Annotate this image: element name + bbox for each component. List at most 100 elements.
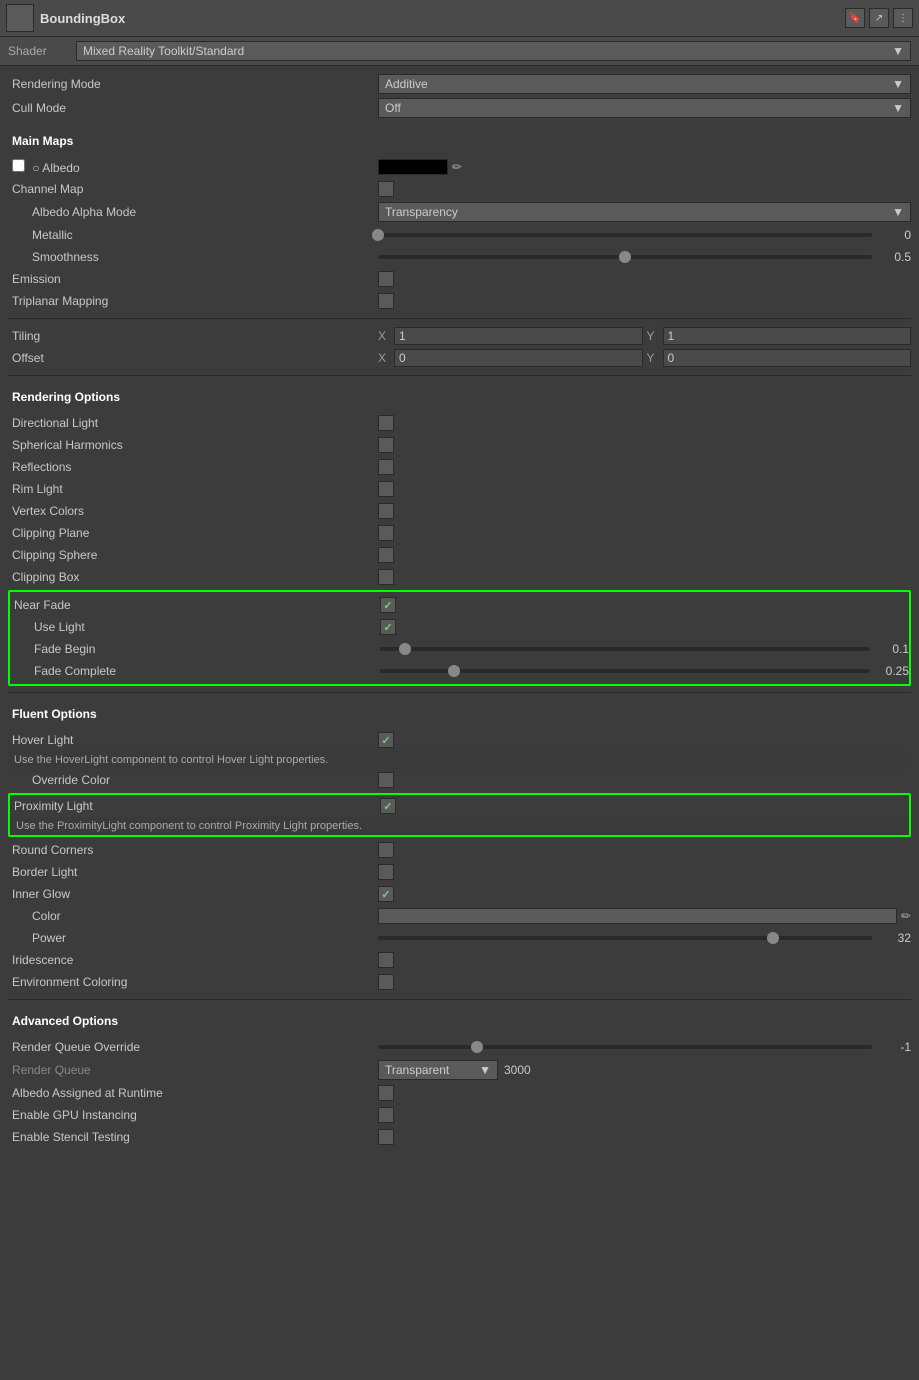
near-fade-highlight: Near Fade Use Light Fade Begin bbox=[8, 590, 911, 686]
rim-light-control bbox=[378, 481, 911, 497]
spherical-harmonics-label: Spherical Harmonics bbox=[8, 438, 378, 452]
albedo-assigned-checkbox[interactable] bbox=[378, 1085, 394, 1101]
directional-light-label: Directional Light bbox=[8, 416, 378, 430]
header-actions: 🔖 ↗ ⋮ bbox=[845, 8, 913, 28]
offset-row: Offset X Y bbox=[8, 347, 911, 369]
clipping-box-label: Clipping Box bbox=[8, 570, 378, 584]
inner-glow-power-label: Power bbox=[8, 931, 378, 945]
round-corners-checkbox[interactable] bbox=[378, 842, 394, 858]
shader-dropdown[interactable]: Mixed Reality Toolkit/Standard ▼ bbox=[76, 41, 911, 61]
clipping-sphere-checkbox[interactable] bbox=[378, 547, 394, 563]
emission-label: Emission bbox=[8, 272, 378, 286]
inner-glow-pencil-icon[interactable]: ✏ bbox=[901, 909, 911, 923]
albedo-alpha-mode-dropdown[interactable]: Transparency ▼ bbox=[378, 202, 911, 222]
smoothness-slider-thumb[interactable] bbox=[619, 251, 631, 263]
metallic-slider-thumb[interactable] bbox=[372, 229, 384, 241]
metallic-slider-track[interactable] bbox=[378, 233, 872, 237]
triplanar-control bbox=[378, 293, 911, 309]
directional-light-checkbox[interactable] bbox=[378, 415, 394, 431]
rendering-options-section: Rendering Options bbox=[8, 386, 911, 408]
channel-map-checkbox[interactable] bbox=[378, 181, 394, 197]
proximity-light-control bbox=[380, 798, 909, 814]
emission-checkbox[interactable] bbox=[378, 271, 394, 287]
albedo-checkbox[interactable] bbox=[12, 159, 25, 172]
triplanar-checkbox[interactable] bbox=[378, 293, 394, 309]
bookmark-icon[interactable]: 🔖 bbox=[845, 8, 865, 28]
triplanar-row: Triplanar Mapping bbox=[8, 290, 911, 312]
fade-complete-slider-track[interactable] bbox=[380, 669, 870, 673]
vertex-colors-checkbox[interactable] bbox=[378, 503, 394, 519]
rq-override-slider-track[interactable] bbox=[378, 1045, 872, 1049]
render-queue-dropdown[interactable]: Transparent ▼ bbox=[378, 1060, 498, 1080]
render-queue-override-row: Render Queue Override -1 bbox=[8, 1036, 911, 1058]
smoothness-slider-track[interactable] bbox=[378, 255, 872, 259]
rendering-mode-control: Additive ▼ bbox=[378, 74, 911, 94]
stencil-testing-row: Enable Stencil Testing bbox=[8, 1126, 911, 1148]
border-light-checkbox[interactable] bbox=[378, 864, 394, 880]
inner-glow-color-swatch[interactable] bbox=[378, 908, 897, 924]
clipping-sphere-control bbox=[378, 547, 911, 563]
use-light-control bbox=[380, 619, 909, 635]
albedo-alpha-mode-row: Albedo Alpha Mode Transparency ▼ bbox=[8, 200, 911, 224]
stencil-testing-control bbox=[378, 1129, 911, 1145]
iridescence-checkbox[interactable] bbox=[378, 952, 394, 968]
rq-override-value: -1 bbox=[876, 1040, 911, 1054]
border-light-label: Border Light bbox=[8, 865, 378, 879]
menu-icon[interactable]: ⋮ bbox=[893, 8, 913, 28]
albedo-pencil-icon[interactable]: ✏ bbox=[452, 160, 462, 174]
tiling-y-input[interactable] bbox=[663, 327, 912, 345]
reflections-checkbox[interactable] bbox=[378, 459, 394, 475]
tiling-x-input[interactable] bbox=[394, 327, 643, 345]
shader-label: Shader bbox=[8, 44, 68, 58]
albedo-alpha-mode-label: Albedo Alpha Mode bbox=[8, 205, 378, 219]
stencil-testing-checkbox[interactable] bbox=[378, 1129, 394, 1145]
gpu-instancing-checkbox[interactable] bbox=[378, 1107, 394, 1123]
gpu-instancing-control bbox=[378, 1107, 911, 1123]
cull-mode-dropdown[interactable]: Off ▼ bbox=[378, 98, 911, 118]
fade-complete-slider-thumb[interactable] bbox=[448, 665, 460, 677]
tiling-inputs: X Y bbox=[378, 327, 911, 345]
rq-override-slider-thumb[interactable] bbox=[471, 1041, 483, 1053]
rendering-mode-row: Rendering Mode Additive ▼ bbox=[8, 72, 911, 96]
material-inspector: BoundingBox 🔖 ↗ ⋮ Shader Mixed Reality T… bbox=[0, 0, 919, 1154]
clipping-plane-checkbox[interactable] bbox=[378, 525, 394, 541]
channel-map-control bbox=[378, 181, 911, 197]
near-fade-checkbox[interactable] bbox=[380, 597, 396, 613]
offset-label: Offset bbox=[8, 351, 378, 365]
round-corners-control bbox=[378, 842, 911, 858]
iridescence-label: Iridescence bbox=[8, 953, 378, 967]
rim-light-checkbox[interactable] bbox=[378, 481, 394, 497]
override-color-checkbox[interactable] bbox=[378, 772, 394, 788]
rim-light-row: Rim Light bbox=[8, 478, 911, 500]
spherical-harmonics-control bbox=[378, 437, 911, 453]
spherical-harmonics-checkbox[interactable] bbox=[378, 437, 394, 453]
rendering-mode-dropdown[interactable]: Additive ▼ bbox=[378, 74, 911, 94]
power-slider-thumb[interactable] bbox=[767, 932, 779, 944]
metallic-label: Metallic bbox=[8, 228, 378, 242]
fade-begin-slider-track[interactable] bbox=[380, 647, 870, 651]
hover-light-checkbox[interactable] bbox=[378, 732, 394, 748]
smoothness-label: Smoothness bbox=[8, 250, 378, 264]
fade-begin-slider-thumb[interactable] bbox=[399, 643, 411, 655]
main-maps-title: Main Maps bbox=[8, 134, 378, 148]
albedo-color-swatch[interactable] bbox=[378, 159, 448, 175]
proximity-light-checkbox[interactable] bbox=[380, 798, 396, 814]
albedo-row: ○ Albedo ✏ bbox=[8, 156, 911, 178]
albedo-alpha-mode-control: Transparency ▼ bbox=[378, 202, 911, 222]
inner-glow-checkbox[interactable] bbox=[378, 886, 394, 902]
expand-icon[interactable]: ↗ bbox=[869, 8, 889, 28]
vertex-colors-row: Vertex Colors bbox=[8, 500, 911, 522]
tiling-x-label: X bbox=[378, 329, 390, 343]
emission-row: Emission bbox=[8, 268, 911, 290]
render-queue-override-label: Render Queue Override bbox=[8, 1040, 378, 1054]
fade-complete-label: Fade Complete bbox=[10, 664, 380, 678]
environment-coloring-checkbox[interactable] bbox=[378, 974, 394, 990]
proximity-light-row: Proximity Light bbox=[10, 795, 909, 817]
inner-glow-color-row: Color ✏ bbox=[8, 905, 911, 927]
offset-x-input[interactable] bbox=[394, 349, 643, 367]
hover-light-control bbox=[378, 732, 911, 748]
power-slider-track[interactable] bbox=[378, 936, 872, 940]
offset-y-input[interactable] bbox=[663, 349, 912, 367]
clipping-box-checkbox[interactable] bbox=[378, 569, 394, 585]
use-light-checkbox[interactable] bbox=[380, 619, 396, 635]
